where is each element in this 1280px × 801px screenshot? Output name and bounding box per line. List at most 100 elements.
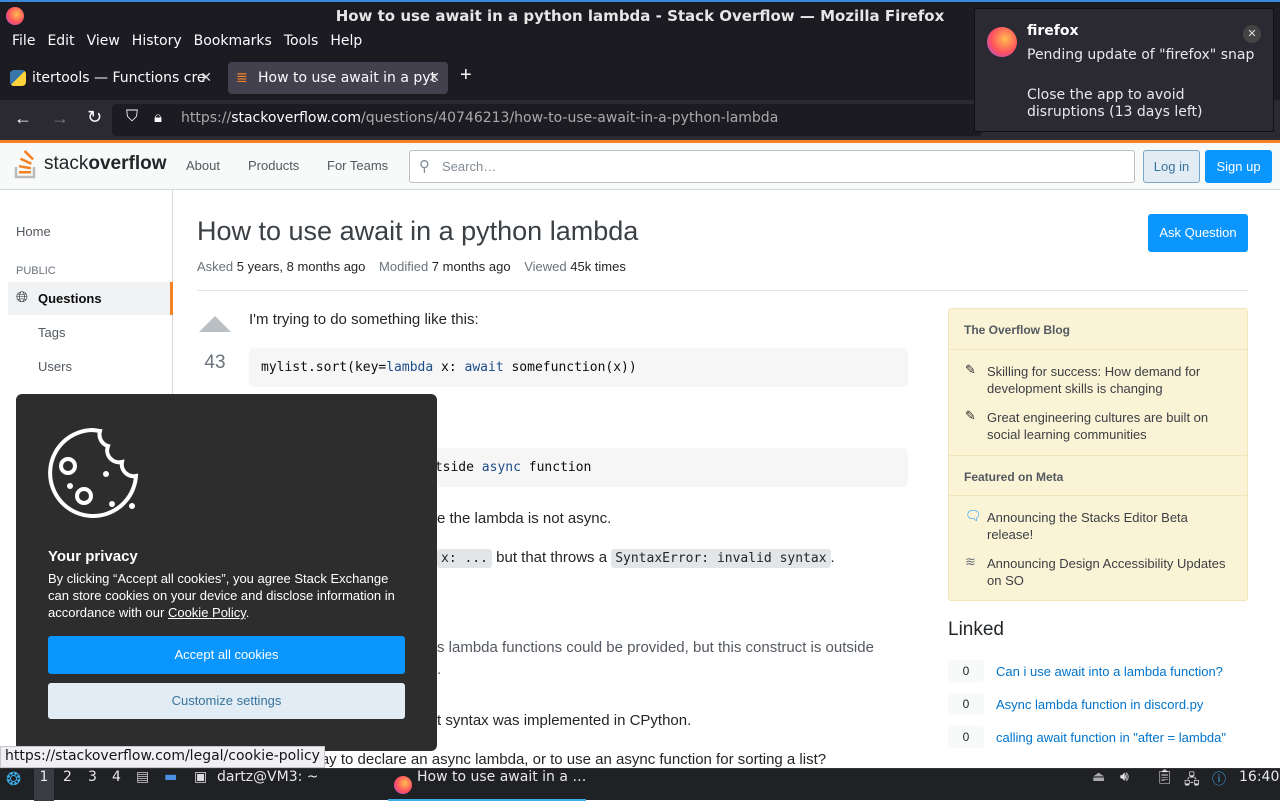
taskbar-active-window[interactable]: How to use await in a … — [388, 769, 586, 801]
firefox-icon — [987, 27, 1017, 57]
network-icon[interactable]: 🖧 — [1184, 769, 1200, 801]
desktop-icon[interactable]: ▬ — [164, 769, 177, 801]
question-paragraph: way to declare an async lambda, or to us… — [310, 751, 827, 768]
blog-item[interactable]: Skilling for success: How demand for dev… — [987, 363, 1227, 397]
nav-about[interactable]: About — [186, 158, 220, 173]
reload-icon[interactable]: ↻ — [87, 107, 102, 128]
nav-for-teams[interactable]: For Teams — [327, 158, 388, 173]
file-manager-icon[interactable]: ▤ — [136, 769, 149, 801]
pencil-icon: ✎ — [965, 408, 976, 423]
linked-link[interactable]: calling await function in "after = lambd… — [996, 730, 1226, 745]
close-tab-icon[interactable]: ✕ — [428, 62, 440, 94]
question-title[interactable]: How to use await in a python lambda — [197, 216, 638, 247]
workspace-3[interactable]: 3 — [88, 769, 97, 801]
sidebar-item-home[interactable]: Home — [16, 224, 51, 239]
clock: 16:40 — [1239, 769, 1280, 785]
stackoverflow-logo[interactable]: stackoverflow — [14, 148, 166, 180]
linked-heading: Linked — [948, 619, 1004, 640]
workspace-2[interactable]: 2 — [63, 769, 72, 801]
nav-products[interactable]: Products — [248, 158, 299, 173]
overflow-blog-widget: The Overflow Blog ✎ Skilling for success… — [948, 308, 1248, 601]
customize-settings-button[interactable]: Customize settings — [48, 683, 405, 719]
linked-link[interactable]: Can i use await into a lambda function? — [996, 664, 1223, 679]
stack-icon: ≋ — [965, 554, 976, 569]
question-meta: Asked 5 years, 8 months ago Modified 7 m… — [197, 259, 626, 274]
signup-button[interactable]: Sign up — [1205, 150, 1272, 183]
score-badge: 0 — [948, 726, 984, 748]
menu-tools[interactable]: Tools — [278, 30, 325, 56]
updates-icon[interactable]: ⓘ — [1212, 769, 1226, 801]
cookie-text: By clicking “Accept all cookies”, you ag… — [48, 571, 395, 620]
menu-view[interactable]: View — [81, 30, 126, 56]
divider — [197, 290, 1248, 291]
taskbar: ❂ 1 2 3 4 ▤ ▬ ▣ dartz@VM3: ~ How to use … — [0, 768, 1280, 801]
stackoverflow-icon: ≣ — [236, 70, 248, 86]
upvote-icon[interactable] — [199, 316, 231, 332]
workspace-1[interactable]: 1 — [34, 769, 54, 801]
question-paragraph: e the lambda is not async. — [437, 510, 612, 527]
forward-icon[interactable]: → — [51, 108, 69, 129]
sidebar-item-users[interactable]: Users — [38, 359, 72, 374]
notification-line: Pending update of "firefox" snap — [1027, 47, 1255, 63]
taskbar-terminal[interactable]: dartz@VM3: ~ — [217, 769, 319, 801]
menu-edit[interactable]: Edit — [41, 30, 80, 56]
quote-paragraph: . — [437, 661, 442, 678]
menu-file[interactable]: File — [6, 30, 41, 56]
vote-count: 43 — [204, 352, 226, 373]
meta-item[interactable]: Announcing Design Accessibility Updates … — [987, 555, 1227, 589]
menu-history[interactable]: History — [126, 30, 188, 56]
menu-help[interactable]: Help — [324, 30, 368, 56]
ask-question-button[interactable]: Ask Question — [1148, 214, 1248, 252]
linked-item[interactable]: 0 Async lambda function in discord.py — [948, 693, 1203, 715]
tab-label: itertools — Functions cre — [32, 70, 206, 86]
linked-item[interactable]: 0 Can i use await into a lambda function? — [948, 660, 1223, 682]
linked-item[interactable]: 0 calling await function in "after = lamb… — [948, 726, 1226, 748]
start-menu-icon[interactable]: ❂ — [6, 769, 21, 801]
chat-icon: 🗨︎ — [965, 508, 982, 523]
question-paragraph: x: ... but that throws a SyntaxError: in… — [437, 549, 835, 568]
tab-itertools[interactable]: itertools — Functions cre ✕ — [2, 62, 220, 94]
blog-item[interactable]: Great engineering cultures are built on … — [987, 409, 1227, 443]
firefox-icon — [6, 7, 24, 25]
sidebar-item-questions[interactable]: 🌐︎ Questions — [8, 282, 173, 315]
tab-label: How to use await in a pyt — [258, 70, 437, 86]
notification-app: firefox — [1027, 23, 1079, 39]
menu-bookmarks[interactable]: Bookmarks — [188, 30, 278, 56]
shield-icon[interactable]: ⛉ — [126, 108, 138, 126]
python-icon — [10, 70, 26, 86]
score-badge: 0 — [948, 693, 984, 715]
stackoverflow-logo-icon — [14, 150, 36, 179]
search-placeholder: Search… — [442, 159, 497, 174]
globe-icon: 🌐︎ — [16, 289, 29, 306]
pencil-icon: ✎ — [965, 362, 976, 377]
cookie-title: Your privacy — [48, 548, 138, 565]
lock-icon[interactable]: 🔒︎ — [154, 109, 162, 126]
notification-line: Close the app to avoid disruptions (13 d… — [1027, 87, 1203, 120]
back-icon[interactable]: ← — [14, 108, 32, 129]
sidebar-item-tags[interactable]: Tags — [38, 325, 65, 340]
cookie-policy-link[interactable]: Cookie Policy — [168, 605, 246, 620]
close-icon[interactable]: ✕ — [1243, 25, 1261, 43]
workspace-4[interactable]: 4 — [112, 769, 121, 801]
login-button[interactable]: Log in — [1143, 150, 1200, 183]
firefox-icon — [394, 776, 412, 794]
close-tab-icon[interactable]: ✕ — [200, 62, 212, 94]
meta-header: Featured on Meta — [949, 455, 1247, 496]
meta-item[interactable]: Announcing the Stacks Editor Beta releas… — [987, 509, 1227, 543]
linked-link[interactable]: Async lambda function in discord.py — [996, 697, 1203, 712]
question-paragraph: t syntax was implemented in CPython. — [437, 712, 692, 729]
accept-cookies-button[interactable]: Accept all cookies — [48, 636, 405, 674]
tab-active-stackoverflow[interactable]: ≣ How to use await in a pyt ✕ — [228, 62, 448, 94]
url-text[interactable]: https://stackoverflow.com/questions/4074… — [181, 110, 778, 126]
taskbar-window-label: How to use await in a … — [417, 769, 587, 785]
terminal-icon: ▣ — [194, 769, 208, 785]
search-icon: ⚲ — [419, 158, 430, 175]
volume-icon[interactable]: 🔊︎ — [1120, 769, 1129, 801]
quote-paragraph: s lambda functions could be provided, bu… — [437, 639, 874, 656]
search-input[interactable]: ⚲ Search… — [409, 150, 1135, 183]
sidebar-section-public: PUBLIC — [16, 265, 56, 277]
tray-icon[interactable]: ⏏ — [1092, 769, 1105, 801]
code-block: mylist.sort(key=lambda x: await somefunc… — [249, 348, 908, 387]
new-tab-icon[interactable]: + — [460, 64, 472, 87]
clipboard-icon[interactable]: 📋︎ — [1156, 769, 1174, 801]
